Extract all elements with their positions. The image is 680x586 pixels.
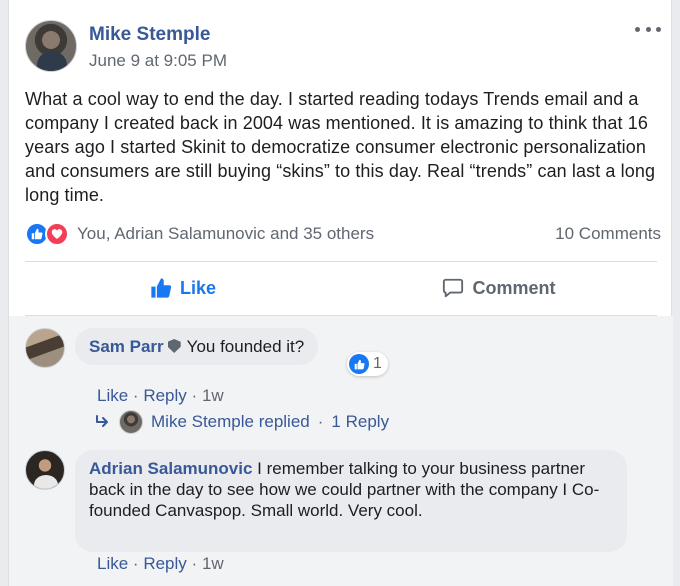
comment-item: Sam Parr You founded it? 1 Like · Reply ·… (25, 328, 657, 458)
comments-section: Sam Parr You founded it? 1 Like · Reply ·… (9, 316, 673, 586)
reaction-icons (25, 222, 75, 246)
separator: · (191, 554, 198, 573)
separator: · (132, 554, 139, 573)
comment-bubble: Sam Parr You founded it? (75, 328, 319, 365)
like-button[interactable]: Like (25, 262, 341, 314)
comment-like-link[interactable]: Like (97, 554, 128, 573)
post-card: Mike Stemple June 9 at 9:05 PM What a co… (8, 0, 673, 586)
replies-author: Mike Stemple replied (151, 412, 310, 431)
reactions-bar[interactable]: You, Adrian Salamunovic and 35 others 10… (25, 222, 661, 246)
separator: · (132, 386, 139, 405)
comment-actions: Like · Reply · 1w (97, 386, 224, 406)
comment-reply-link[interactable]: Reply (143, 554, 186, 573)
comment-button[interactable]: Comment (341, 262, 657, 314)
comment-reaction-badge[interactable]: 1 (347, 352, 388, 376)
comments-count[interactable]: 10 Comments (555, 224, 661, 244)
commenter-avatar[interactable] (25, 450, 65, 490)
shield-badge-icon (167, 339, 181, 353)
comment-actions: Like · Reply · 1w (97, 554, 224, 574)
comment-item: Adrian Salamunovic I remember talking to… (25, 450, 657, 580)
comment-reply-link[interactable]: Reply (143, 386, 186, 405)
comment-icon (443, 278, 464, 298)
comment-age[interactable]: 1w (202, 554, 224, 573)
post-author-name[interactable]: Mike Stemple (89, 24, 210, 46)
comment-age[interactable]: 1w (202, 386, 224, 405)
replies-count: 1 Reply (331, 412, 390, 431)
like-label: Like (179, 277, 217, 298)
thumbs-up-icon (151, 278, 172, 298)
love-reaction-icon (45, 222, 69, 246)
view-replies-link[interactable]: Mike Stemple replied · 1 Reply (95, 409, 389, 435)
commenter-name[interactable]: Sam Parr (89, 337, 164, 356)
separator: · (191, 386, 198, 405)
commenter-name[interactable]: Adrian Salamunovic (89, 459, 252, 478)
comment-text: You founded it? (186, 337, 305, 356)
commenter-avatar[interactable] (25, 328, 65, 368)
reaction-count: 1 (373, 355, 382, 372)
post-timestamp[interactable]: June 9 at 9:05 PM (89, 51, 227, 71)
post-actions: Like Comment (25, 262, 657, 314)
post-body: What a cool way to end the day. I starte… (25, 89, 656, 205)
comment-label: Comment (472, 277, 556, 298)
comment-bubble: Adrian Salamunovic I remember talking to… (75, 450, 627, 552)
reply-arrow-icon (96, 415, 108, 427)
author-avatar[interactable] (25, 20, 77, 72)
more-options-icon[interactable] (635, 22, 661, 36)
reactors-summary[interactable]: You, Adrian Salamunovic and 35 others (77, 224, 374, 244)
separator: · (317, 412, 324, 431)
comment-like-link[interactable]: Like (97, 386, 128, 405)
replier-avatar (119, 410, 143, 434)
like-reaction-icon (349, 354, 369, 374)
